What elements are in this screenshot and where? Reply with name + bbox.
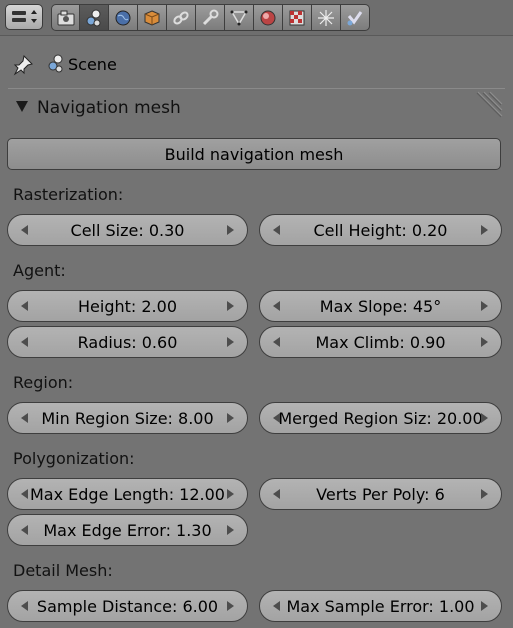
decrement-arrow-icon[interactable] [21,601,28,611]
decrement-arrow-icon[interactable] [273,601,280,611]
increment-arrow-icon[interactable] [227,413,234,423]
pin-icon[interactable] [12,54,34,76]
tab-scene[interactable] [80,4,109,31]
section-detail-mesh: Detail Mesh: [13,561,113,580]
tab-modifiers[interactable] [196,4,225,31]
data-icon [230,10,248,25]
object-icon [144,9,160,26]
panel-title: Navigation mesh [37,98,181,118]
min-region-size-field[interactable]: Min Region Size: 8.00 [7,402,248,434]
decrement-arrow-icon[interactable] [21,225,28,235]
panel-header[interactable]: Navigation mesh [0,91,513,125]
tab-physics[interactable] [341,4,370,31]
increment-arrow-icon[interactable] [227,301,234,311]
decrement-arrow-icon[interactable] [273,337,280,347]
decrement-arrow-icon[interactable] [21,301,28,311]
tab-particles[interactable] [312,4,341,31]
properties-header [0,0,513,36]
agent-height-field[interactable]: Height: 2.00 [7,290,248,322]
drag-grip-icon[interactable] [475,91,503,121]
agent-radius-field[interactable]: Radius: 0.60 [7,326,248,358]
increment-arrow-icon[interactable] [481,301,488,311]
scene-icon [48,54,63,73]
increment-arrow-icon[interactable] [227,601,234,611]
physics-icon [347,10,363,25]
decrement-arrow-icon[interactable] [273,413,280,423]
max-edge-length-field[interactable]: Max Edge Length: 12.00 [7,478,248,510]
scene-icon [86,9,101,26]
editor-type-menu-button[interactable] [5,4,43,30]
editor-type-icon [12,10,37,23]
tab-material[interactable] [254,4,283,31]
section-polygonization: Polygonization: [13,449,135,468]
max-sample-error-field[interactable]: Max Sample Error: 1.00 [259,590,502,622]
decrement-arrow-icon[interactable] [273,225,280,235]
world-icon [115,10,131,25]
decrement-arrow-icon[interactable] [21,489,28,499]
decrement-arrow-icon[interactable] [21,337,28,347]
tab-render[interactable] [51,4,80,31]
increment-arrow-icon[interactable] [227,525,234,535]
max-climb-field[interactable]: Max Climb: 0.90 [259,326,502,358]
decrement-arrow-icon[interactable] [21,525,28,535]
collapse-arrow-icon[interactable] [16,101,28,112]
decrement-arrow-icon[interactable] [21,413,28,423]
render-icon [57,10,74,25]
increment-arrow-icon[interactable] [227,489,234,499]
tab-texture[interactable] [283,4,312,31]
verts-per-poly-field[interactable]: Verts Per Poly: 6 [259,478,502,510]
section-region: Region: [13,373,74,392]
context-tabs [51,4,370,31]
decrement-arrow-icon[interactable] [273,301,280,311]
tab-world[interactable] [109,4,138,31]
divider [8,88,505,89]
increment-arrow-icon[interactable] [227,337,234,347]
sample-distance-field[interactable]: Sample Distance: 6.00 [7,590,248,622]
increment-arrow-icon[interactable] [481,601,488,611]
increment-arrow-icon[interactable] [481,225,488,235]
modifiers-icon [202,9,219,25]
tab-data[interactable] [225,4,254,31]
scene-label: Scene [68,55,117,74]
context-path: Scene [0,48,513,80]
constraints-icon [173,11,189,24]
merged-region-size-field[interactable]: Merged Region Siz: 20.00 [259,402,502,434]
tab-constraints[interactable] [167,4,196,31]
section-agent: Agent: [13,261,66,280]
material-icon [260,10,276,25]
cell-height-field[interactable]: Cell Height: 0.20 [259,214,502,246]
texture-icon [289,10,305,25]
increment-arrow-icon[interactable] [227,225,234,235]
build-navigation-mesh-button[interactable]: Build navigation mesh [7,138,501,170]
increment-arrow-icon[interactable] [481,489,488,499]
max-slope-field[interactable]: Max Slope: 45° [259,290,502,322]
max-edge-error-field[interactable]: Max Edge Error: 1.30 [7,514,248,546]
increment-arrow-icon[interactable] [481,413,488,423]
section-rasterization: Rasterization: [13,185,124,204]
tab-object[interactable] [138,4,167,31]
increment-arrow-icon[interactable] [481,337,488,347]
decrement-arrow-icon[interactable] [273,489,280,499]
cell-size-field[interactable]: Cell Size: 0.30 [7,214,248,246]
particles-icon [318,9,334,26]
